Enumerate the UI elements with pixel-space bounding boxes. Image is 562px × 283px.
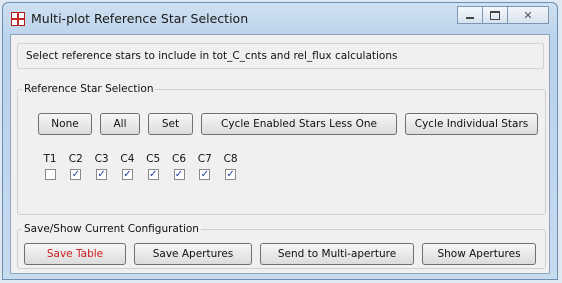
star-c5: C5 ✓ — [141, 153, 165, 180]
star-label: C7 — [197, 153, 212, 165]
maximize-button[interactable] — [482, 6, 508, 24]
reference-star-legend: Reference Star Selection — [24, 83, 154, 95]
close-icon: ✕ — [523, 8, 533, 22]
save-apertures-button[interactable]: Save Apertures — [134, 243, 252, 265]
star-c6: C6 ✓ — [167, 153, 191, 180]
show-apertures-button[interactable]: Show Apertures — [422, 243, 536, 265]
star-label: C4 — [120, 153, 135, 165]
reference-star-group: Reference Star Selection None All Set Cy… — [17, 83, 546, 215]
star-c2: C2 ✓ — [64, 153, 88, 180]
star-label: C5 — [146, 153, 161, 165]
star-checkbox-c3[interactable]: ✓ — [96, 169, 108, 180]
app-window: Multi-plot Reference Star Selection ✕ Se… — [2, 2, 558, 280]
minimize-icon — [466, 17, 474, 19]
star-label: C6 — [171, 153, 186, 165]
star-checkbox-c8[interactable]: ✓ — [225, 169, 237, 180]
none-button[interactable]: None — [38, 113, 92, 135]
minimize-button[interactable] — [457, 6, 483, 24]
star-c3: C3 ✓ — [90, 153, 114, 180]
cycle-enabled-stars-button[interactable]: Cycle Enabled Stars Less One — [201, 113, 397, 135]
plus-target-icon — [11, 12, 25, 26]
all-button[interactable]: All — [100, 113, 140, 135]
save-table-button[interactable]: Save Table — [24, 243, 126, 265]
star-checkbox-c4[interactable]: ✓ — [121, 169, 133, 180]
instruction-text: Select reference stars to include in tot… — [26, 50, 398, 62]
set-button[interactable]: Set — [148, 113, 193, 135]
title-bar[interactable]: Multi-plot Reference Star Selection ✕ — [3, 3, 557, 33]
star-c4: C4 ✓ — [115, 153, 139, 180]
window-controls: ✕ — [457, 6, 549, 24]
star-c7: C7 ✓ — [193, 153, 217, 180]
star-checkbox-t1[interactable] — [44, 169, 56, 180]
star-checkbox-c2[interactable]: ✓ — [70, 169, 82, 180]
star-t1: T1 — [38, 153, 62, 180]
star-label: C8 — [223, 153, 238, 165]
star-checkbox-c7[interactable]: ✓ — [199, 169, 211, 180]
star-c8: C8 ✓ — [219, 153, 243, 180]
star-checkbox-c5[interactable]: ✓ — [147, 169, 159, 180]
star-label: C2 — [68, 153, 83, 165]
instruction-panel: Select reference stars to include in tot… — [17, 43, 544, 69]
close-button[interactable]: ✕ — [507, 6, 549, 24]
star-label: C3 — [94, 153, 109, 165]
star-checkbox-c6[interactable]: ✓ — [173, 169, 185, 180]
send-to-multi-aperture-button[interactable]: Send to Multi-aperture — [260, 243, 414, 265]
star-label: T1 — [43, 153, 57, 165]
maximize-icon — [490, 10, 500, 20]
config-group: Save/Show Current Configuration Save Tab… — [17, 223, 546, 269]
window-title: Multi-plot Reference Star Selection — [31, 11, 249, 26]
config-legend: Save/Show Current Configuration — [24, 223, 199, 235]
cycle-individual-stars-button[interactable]: Cycle Individual Stars — [405, 113, 538, 135]
dialog-body: Select reference stars to include in tot… — [10, 34, 550, 274]
